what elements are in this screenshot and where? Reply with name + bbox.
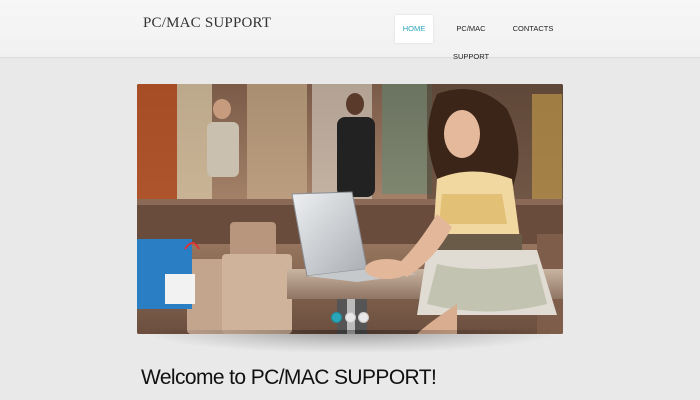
slide-dot-3[interactable] bbox=[358, 312, 369, 323]
nav-contacts[interactable]: CONTACTS bbox=[512, 15, 554, 43]
hero-slider[interactable] bbox=[137, 84, 563, 334]
site-logo[interactable]: PC/MAC SUPPORT bbox=[143, 15, 271, 32]
nav-home[interactable]: HOME bbox=[395, 15, 433, 43]
slide-dot-2[interactable] bbox=[345, 312, 356, 323]
welcome-heading: Welcome to PC/MAC SUPPORT! bbox=[141, 366, 437, 389]
site-header: PC/MAC SUPPORT HOME PC/MAC SUPPORT CONTA… bbox=[0, 0, 700, 61]
hero-image bbox=[137, 84, 563, 334]
slide-dot-1[interactable] bbox=[331, 312, 342, 323]
nav-pc-mac-support[interactable]: PC/MAC SUPPORT bbox=[439, 15, 503, 61]
slider-shadow bbox=[150, 330, 550, 352]
